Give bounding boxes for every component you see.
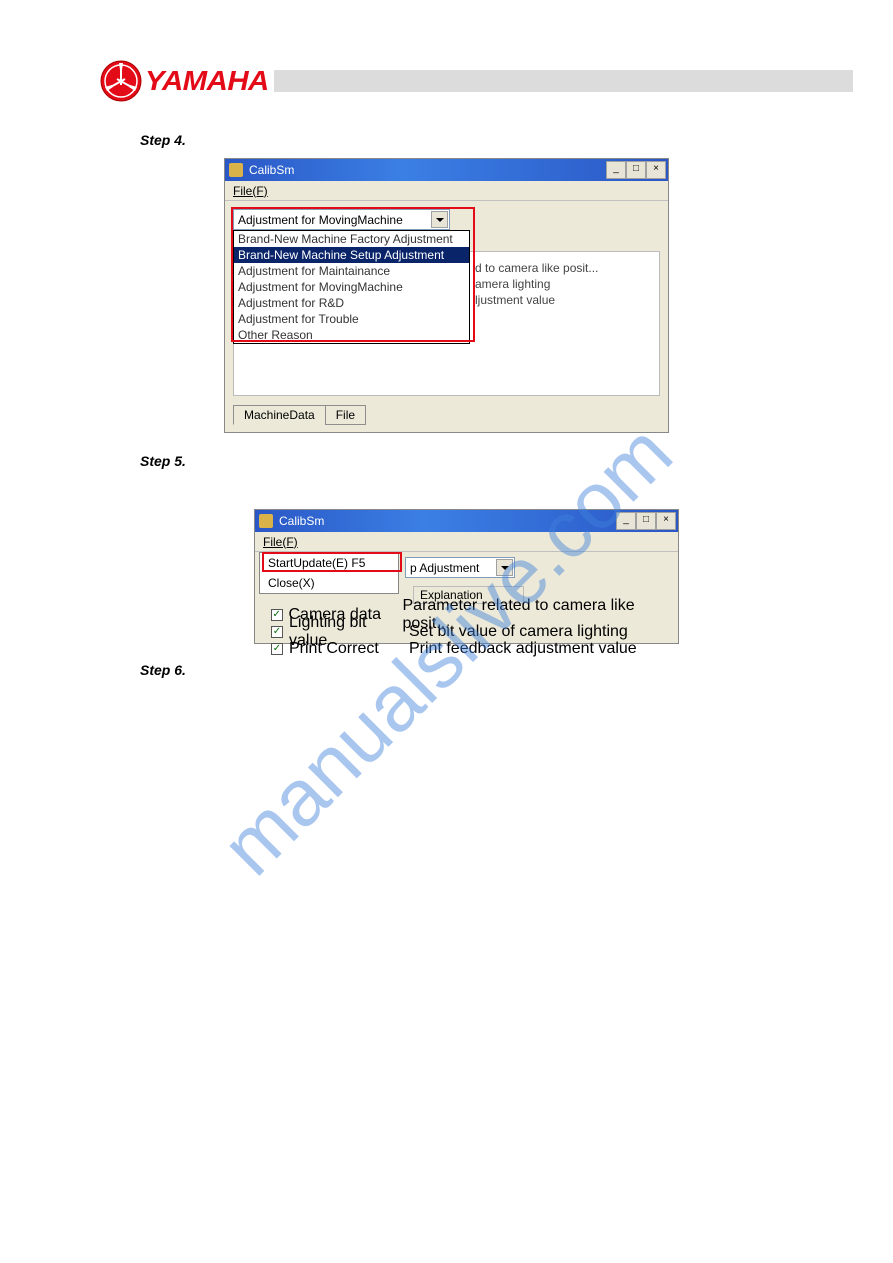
file-menu[interactable]: File(F): [263, 535, 298, 549]
brand-header: YAMAHA: [100, 60, 853, 102]
list-item: ✓ Lighting bit value Set bit value of ca…: [271, 623, 672, 640]
dropdown-option-selected[interactable]: Brand-New Machine Setup Adjustment: [234, 247, 469, 263]
maximize-button[interactable]: □: [636, 512, 656, 530]
menu-item-close[interactable]: Close(X): [260, 573, 398, 593]
file-menu[interactable]: File(F): [233, 184, 268, 198]
chevron-down-icon[interactable]: [431, 211, 448, 228]
titlebar: CalibSm _ □ ×: [255, 510, 678, 532]
titlebar: CalibSm _ □ ×: [225, 159, 668, 181]
brand-logo-wrap: YAMAHA: [100, 60, 266, 102]
tab-machinedata[interactable]: MachineData: [233, 405, 326, 425]
close-button[interactable]: ×: [646, 161, 666, 179]
text-fragment: d to camera like posit...: [475, 261, 598, 277]
step-5-label: Step 5.: [140, 453, 893, 469]
text-fragment: ljustment value: [475, 293, 598, 309]
combobox-value: Adjustment for MovingMachine: [238, 213, 403, 227]
checkbox[interactable]: ✓: [271, 643, 283, 655]
checkbox[interactable]: ✓: [271, 626, 283, 638]
chevron-down-icon[interactable]: [496, 559, 513, 576]
yamaha-logo-icon: [100, 60, 142, 102]
item-name: Print Correct: [289, 640, 409, 658]
maximize-button[interactable]: □: [626, 161, 646, 179]
list-item: ✓ Print Correct Print feedback adjustmen…: [271, 640, 672, 657]
item-explanation: Set bit value of camera lighting: [409, 623, 628, 641]
item-explanation: Print feedback adjustment value: [409, 640, 637, 658]
brand-divider: [274, 70, 853, 92]
minimize-button[interactable]: _: [606, 161, 626, 179]
menubar: File(F): [225, 181, 668, 201]
dropdown-option[interactable]: Adjustment for MovingMachine: [234, 279, 469, 295]
menubar: File(F): [255, 532, 678, 552]
bottom-tabs: MachineData File: [233, 405, 365, 425]
item-list: ✓ Camera data Parameter related to camer…: [271, 606, 672, 657]
dropdown-option[interactable]: Adjustment for R&D: [234, 295, 469, 311]
brand-name: YAMAHA: [145, 65, 269, 97]
window-controls: _ □ ×: [616, 512, 676, 530]
checkbox[interactable]: ✓: [271, 609, 283, 621]
window-body: StartUpdate(E) F5 Close(X) p Adjustment …: [255, 552, 678, 645]
app-icon: [259, 514, 273, 528]
window-body: Adjustment for MovingMachine Brand-New M…: [225, 201, 668, 431]
window-title: CalibSm: [249, 163, 294, 177]
step-6-label: Step 6.: [140, 662, 893, 678]
close-button[interactable]: ×: [656, 512, 676, 530]
reason-combobox-partial[interactable]: p Adjustment: [405, 557, 515, 578]
dropdown-option[interactable]: Other Reason: [234, 327, 469, 343]
calibsm-window-step4: CalibSm _ □ × File(F) Adjustment for Mov…: [224, 158, 669, 433]
file-menu-popup: StartUpdate(E) F5 Close(X): [259, 552, 399, 594]
window-title: CalibSm: [279, 514, 324, 528]
reason-combobox[interactable]: Adjustment for MovingMachine: [233, 209, 450, 230]
app-icon: [229, 163, 243, 177]
tab-file[interactable]: File: [325, 405, 366, 425]
dropdown-option[interactable]: Adjustment for Maintainance: [234, 263, 469, 279]
reason-dropdown: Brand-New Machine Factory Adjustment Bra…: [233, 230, 470, 344]
text-fragment: amera lighting: [475, 277, 598, 293]
calibsm-window-step5: CalibSm _ □ × File(F) StartUpdate(E) F5 …: [254, 509, 679, 644]
partial-explanation-text: d to camera like posit... amera lighting…: [475, 261, 598, 309]
document-page: YAMAHA Step 4. CalibSm _ □ × File(F) Adj…: [0, 0, 893, 1263]
dropdown-option[interactable]: Adjustment for Trouble: [234, 311, 469, 327]
dropdown-option[interactable]: Brand-New Machine Factory Adjustment: [234, 231, 469, 247]
combobox-value: p Adjustment: [410, 561, 479, 575]
window-controls: _ □ ×: [606, 161, 666, 179]
minimize-button[interactable]: _: [616, 512, 636, 530]
menu-item-startupdate[interactable]: StartUpdate(E) F5: [260, 553, 398, 573]
step-4-label: Step 4.: [140, 132, 893, 148]
